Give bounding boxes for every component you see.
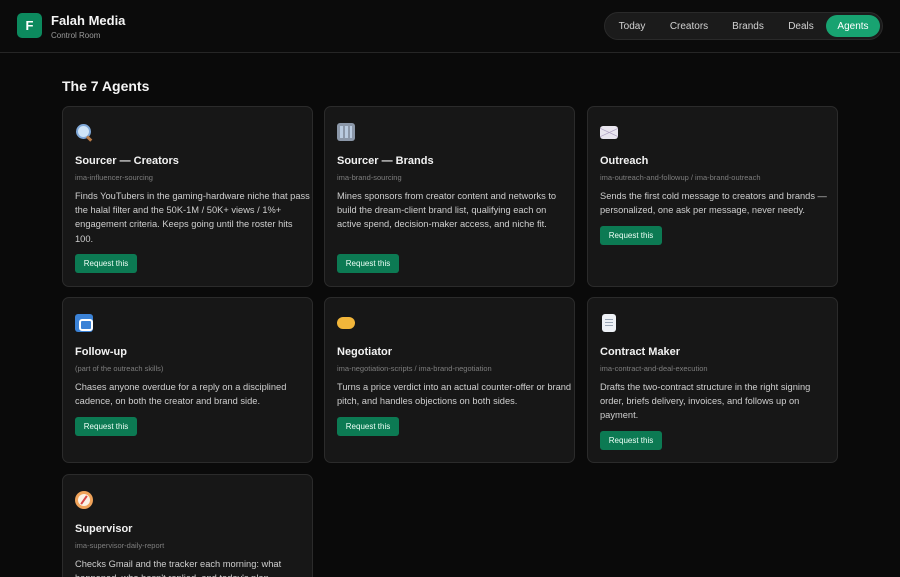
brand-logo[interactable]: F — [17, 13, 42, 38]
agent-description: Finds YouTubers in the gaming-hardware n… — [75, 191, 310, 244]
request-button[interactable]: Request this — [75, 254, 137, 273]
page-title: The 7 Agents — [62, 78, 150, 94]
compass-icon — [75, 491, 93, 509]
agent-title: Sourcer — Brands — [337, 155, 434, 167]
envelope-icon — [600, 126, 618, 139]
tab-creators[interactable]: Creators — [663, 15, 715, 37]
request-button[interactable]: Request this — [337, 254, 399, 273]
agent-card-supervisor: Supervisor ima-supervisor-daily-report C… — [62, 474, 313, 577]
brand-title: Falah Media — [51, 13, 126, 28]
repeat-icon — [75, 314, 93, 332]
document-icon — [602, 314, 616, 332]
agent-description: Mines sponsors from creator content and … — [337, 191, 557, 230]
agent-slug: ima-outreach-and-followup / ima-brand-ou… — [600, 173, 761, 182]
agent-description: Drafts the two-contract structure in the… — [600, 382, 811, 421]
agent-title: Negotiator — [337, 346, 392, 358]
tab-today[interactable]: Today — [611, 15, 653, 37]
agent-card-sourcer-brands: Sourcer — Brands ima-brand-sourcing Mine… — [324, 106, 575, 287]
office-building-icon — [337, 123, 355, 141]
brand-subtitle: Control Room — [51, 31, 101, 40]
agent-card-contract-maker: Contract Maker ima-contract-and-deal-exe… — [587, 297, 838, 463]
agent-title: Follow-up — [75, 346, 127, 358]
request-button[interactable]: Request this — [337, 417, 399, 436]
request-button[interactable]: Request this — [600, 431, 662, 450]
agent-card-outreach: Outreach ima-outreach-and-followup / ima… — [587, 106, 838, 287]
agent-title: Sourcer — Creators — [75, 155, 179, 167]
agent-slug: ima-brand-sourcing — [337, 173, 402, 182]
agent-slug: ima-influencer-sourcing — [75, 173, 153, 182]
agent-title: Supervisor — [75, 523, 133, 535]
agent-card-sourcer-creators: Sourcer — Creators ima-influencer-sourci… — [62, 106, 313, 287]
agent-slug: ima-contract-and-deal-execution — [600, 364, 708, 373]
agent-title: Outreach — [600, 155, 649, 167]
agent-slug: ima-supervisor-daily-report — [75, 541, 165, 550]
agent-description: Sends the first cold message to creators… — [600, 191, 827, 216]
magnifying-glass-icon — [75, 123, 93, 141]
main-nav: Today Creators Brands Deals Agents — [604, 12, 883, 40]
agent-description: Turns a price verdict into an actual cou… — [337, 382, 572, 407]
agent-description: Chases anyone overdue for a reply on a d… — [75, 382, 287, 407]
agent-title: Contract Maker — [600, 346, 681, 358]
tab-deals[interactable]: Deals — [781, 15, 821, 37]
top-header: F Falah Media Control Room Today Creator… — [0, 0, 900, 53]
request-button[interactable]: Request this — [75, 417, 137, 436]
agent-card-follow-up: Follow-up (part of the outreach skills) … — [62, 297, 313, 463]
agent-slug: ima-negotiation-scripts / ima-brand-nego… — [337, 364, 492, 373]
request-button[interactable]: Request this — [600, 226, 662, 245]
agent-description: Checks Gmail and the tracker each mornin… — [75, 559, 282, 577]
tab-brands[interactable]: Brands — [723, 15, 773, 37]
handshake-icon — [337, 314, 355, 332]
agent-card-negotiator: Negotiator ima-negotiation-scripts / ima… — [324, 297, 575, 463]
tab-agents[interactable]: Agents — [826, 15, 880, 37]
agent-slug: (part of the outreach skills) — [75, 364, 164, 373]
